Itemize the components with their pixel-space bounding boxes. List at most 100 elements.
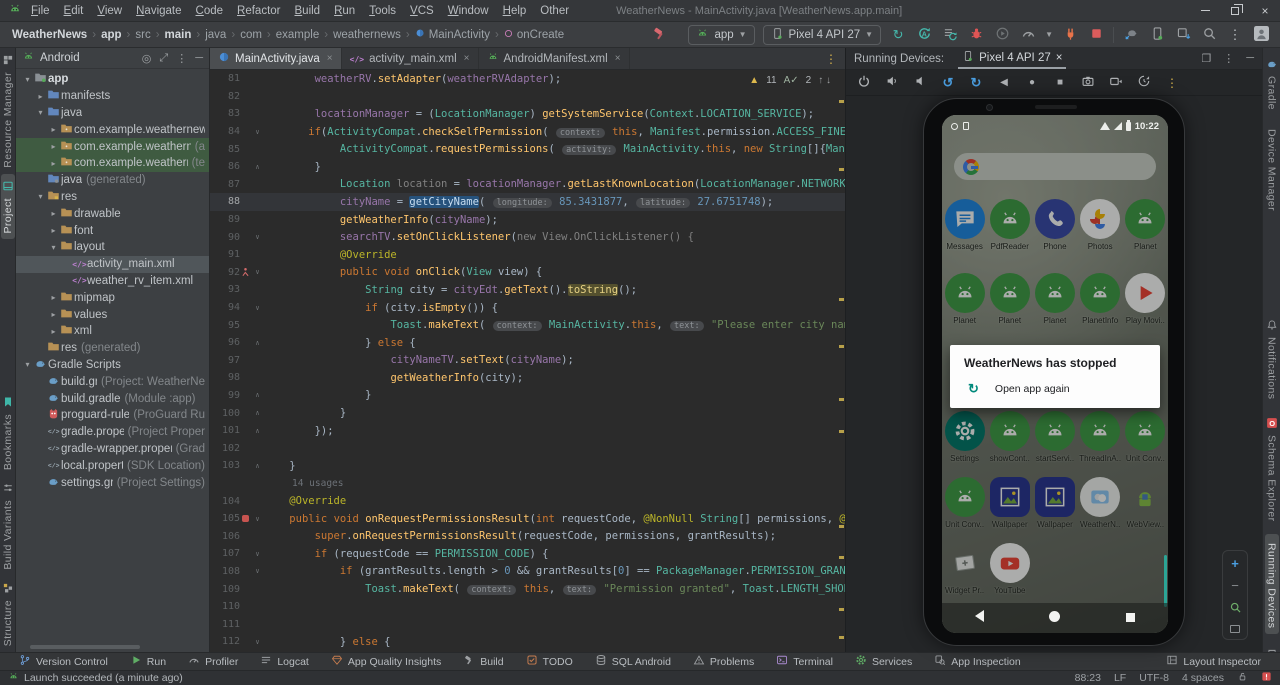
stop-button[interactable]	[1087, 26, 1105, 44]
tree-item-activity-main-xml[interactable]: </> activity_main.xml	[16, 255, 209, 273]
tree-item-proguard-rules-pro[interactable]: proguard-rules.pro(ProGuard Ru	[16, 407, 209, 424]
menu-item-refactor[interactable]: Refactor	[230, 2, 287, 20]
open-app-again-button[interactable]: ↻ Open app again	[964, 381, 1146, 397]
breadcrumb-item-weathernews[interactable]: WeatherNews	[10, 29, 89, 41]
home-button[interactable]	[1017, 609, 1092, 627]
tool-window-button-version-control[interactable]: Version Control	[8, 653, 119, 670]
line-ending[interactable]: LF	[1114, 672, 1126, 684]
more-button[interactable]: ⋮	[1164, 76, 1180, 90]
code-line[interactable]: 110	[210, 598, 845, 616]
menu-item-build[interactable]: Build	[288, 2, 328, 20]
rerun-button[interactable]: ↻	[889, 26, 907, 44]
tree-toggle-icon[interactable]: ▸	[48, 142, 59, 151]
code-line[interactable]: 89 getWeatherInfo(cityName);	[210, 211, 845, 229]
menu-item-other[interactable]: Other	[533, 2, 576, 20]
code-line[interactable]: 97 cityNameTV.setText(cityName);	[210, 352, 845, 370]
restore-button[interactable]	[1220, 0, 1250, 22]
close-button[interactable]: ×	[1250, 0, 1280, 22]
options-icon[interactable]: ⋮	[176, 52, 187, 65]
notifications-icon[interactable]	[1261, 671, 1272, 685]
usages-inlay-hint[interactable]: 14 usages	[210, 475, 845, 493]
menu-item-tools[interactable]: Tools	[362, 2, 403, 20]
menu-item-navigate[interactable]: Navigate	[129, 2, 188, 20]
tool-window-button-running-devices[interactable]: Running Devices	[1264, 533, 1279, 635]
tree-toggle-icon[interactable]: ▾	[35, 192, 46, 201]
tree-toggle-icon[interactable]: ▸	[48, 293, 59, 302]
gradle-sync-button[interactable]	[1122, 26, 1140, 44]
device-manager-button[interactable]	[1148, 26, 1166, 44]
code-line[interactable]: 103 ∧ }	[210, 457, 845, 475]
hide-panel-icon[interactable]: ─	[195, 52, 203, 65]
code-line[interactable]: 99 ∧ }	[210, 387, 845, 405]
tool-window-button-bookmarks[interactable]: Bookmarks	[1, 390, 15, 476]
tool-window-button-structure[interactable]: Structure	[1, 576, 15, 652]
tree-item-gradle-properties[interactable]: </>gradle.properties(Project Proper	[16, 424, 209, 441]
minimize-button[interactable]	[1190, 0, 1220, 22]
menu-item-help[interactable]: Help	[496, 2, 534, 20]
tab-activity-main-xml[interactable]: </> activity_main.xml ×	[342, 48, 479, 69]
fold-toggle-icon[interactable]: ∧	[251, 339, 264, 347]
close-tab-icon[interactable]: ×	[464, 53, 470, 64]
code-line[interactable]: 101 ∧ });	[210, 422, 845, 440]
code-line[interactable]: 109 Toast.makeText( context: this, text:…	[210, 580, 845, 598]
zoom-in-button[interactable]: +	[1231, 557, 1239, 570]
tree-toggle-icon[interactable]: ▸	[48, 159, 59, 168]
volume-down-button[interactable]	[912, 74, 928, 91]
tool-window-button-gradle[interactable]: Gradle	[1265, 52, 1279, 116]
caret-position[interactable]: 88:23	[1075, 672, 1101, 684]
fold-toggle-icon[interactable]: ∨	[251, 638, 264, 646]
code-line[interactable]: 111	[210, 615, 845, 633]
code-line[interactable]: 98 getWeatherInfo(city);	[210, 369, 845, 387]
search-everywhere-button[interactable]	[1200, 26, 1218, 44]
tool-window-button-project[interactable]: Project	[0, 173, 15, 240]
tree-toggle-icon[interactable]: ▸	[48, 125, 59, 134]
emulator-device-tab[interactable]: Pixel 4 API 27 ×	[958, 48, 1067, 69]
sdk-manager-button[interactable]	[1174, 26, 1192, 44]
tree-toggle-icon[interactable]: ▾	[35, 108, 46, 117]
snapshots-button[interactable]	[1136, 74, 1152, 91]
overview-button[interactable]: ■	[1052, 77, 1068, 88]
code-line[interactable]: 88 cityName = getCityName( longitude: 85…	[210, 193, 845, 211]
tool-window-button-schema-explorer[interactable]: O Schema Explorer	[1265, 411, 1279, 528]
fold-toggle-icon[interactable]: ∨	[251, 515, 264, 523]
tree-item-mipmap[interactable]: ▸ mipmap	[16, 289, 209, 306]
code-line[interactable]: 93 String city = cityEdt.getText().toStr…	[210, 281, 845, 299]
code-line[interactable]: 95 Toast.makeText( context: MainActivity…	[210, 316, 845, 334]
code-line[interactable]: 104 @Override	[210, 492, 845, 510]
breadcrumb-item-example[interactable]: example	[274, 29, 321, 41]
overview-button[interactable]	[1093, 609, 1168, 627]
tab-mainactivity-java[interactable]: MainActivity.java ×	[210, 48, 342, 69]
locate-file-icon[interactable]: ◎	[142, 52, 152, 65]
tree-toggle-icon[interactable]: ▸	[48, 226, 59, 235]
breadcrumb-item-main[interactable]: main	[163, 29, 194, 41]
tree-item-values[interactable]: ▸ values	[16, 306, 209, 323]
close-tab-icon[interactable]: ×	[1056, 52, 1063, 64]
profile-button[interactable]	[993, 26, 1011, 44]
fold-toggle-icon[interactable]: ∨	[251, 550, 264, 558]
project-view-selector[interactable]: Android	[40, 52, 80, 64]
tool-window-button-device-manager[interactable]: Device Manager	[1265, 120, 1279, 217]
menu-item-vcs[interactable]: VCS	[403, 2, 441, 20]
code-line[interactable]: 86 ∧ }	[210, 158, 845, 176]
power-button[interactable]	[856, 74, 872, 91]
tree-item-settings-gradle[interactable]: settings.gradle(Project Settings)	[16, 474, 209, 491]
tool-window-button-app-quality-insights[interactable]: App Quality Insights	[320, 653, 452, 670]
tree-item-java[interactable]: ▾ java	[16, 105, 209, 122]
fold-toggle-icon[interactable]: ∧	[251, 427, 264, 435]
code-line[interactable]: 107 ∨ if (requestCode == PERMISSION_CODE)…	[210, 545, 845, 563]
code-line[interactable]: 108 ∨ if (grantResults.length > 0 && gran…	[210, 563, 845, 581]
code-line[interactable]: 92 ∨ public void onClick(View view) {	[210, 264, 845, 282]
tree-item-build-gradle[interactable]: build.gradle (Module :app)	[16, 390, 209, 407]
more-options-icon[interactable]: ⋮	[1226, 26, 1244, 44]
tree-item-drawable[interactable]: ▸ drawable	[16, 205, 209, 222]
next-prev-warning-icons[interactable]: ↑ ↓	[818, 75, 831, 86]
indent-setting[interactable]: 4 spaces	[1182, 672, 1224, 684]
attach-debugger-button[interactable]	[1061, 26, 1079, 44]
tree-toggle-icon[interactable]: ▾	[48, 243, 59, 252]
fold-toggle-icon[interactable]: ∨	[251, 233, 264, 241]
code-line[interactable]: 94 ∨ if (city.isEmpty()) {	[210, 299, 845, 317]
fold-toggle-icon[interactable]: ∨	[251, 268, 264, 276]
code-line[interactable]: 102	[210, 439, 845, 457]
tool-window-button-terminal[interactable]: Terminal	[765, 653, 844, 670]
tree-item-com-example-weathernews[interactable]: ▸ com.example.weathernews(te	[16, 154, 209, 172]
